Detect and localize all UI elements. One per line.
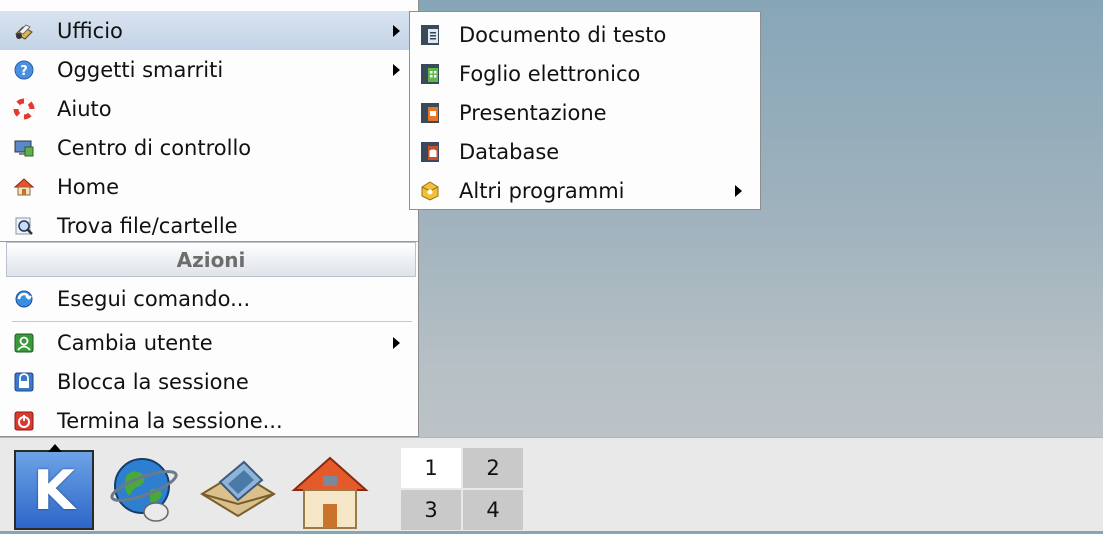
web-browser-icon xyxy=(104,458,184,534)
menu-item-label: Home xyxy=(57,174,120,199)
run-command-icon xyxy=(13,288,35,310)
impress-presentation-icon xyxy=(419,101,441,125)
menu-item-termina-sessione[interactable]: Termina la sessione... xyxy=(0,401,418,440)
menu-item-cambia-utente[interactable]: Cambia utente xyxy=(0,323,418,362)
ufficio-submenu: Documento di testo Foglio elettronico Pr… xyxy=(409,11,761,210)
menu-item-centro-di-controllo[interactable]: Centro di controllo xyxy=(0,128,418,167)
menu-item-label: Centro di controllo xyxy=(57,135,252,160)
submenu-item-presentazione[interactable]: Presentazione xyxy=(410,93,760,132)
menu-item-label: Cambia utente xyxy=(57,330,213,355)
section-header-azioni: Azioni xyxy=(6,242,416,277)
switch-user-icon xyxy=(13,332,35,354)
svg-text:?: ? xyxy=(20,64,28,79)
submenu-arrow-icon xyxy=(393,336,400,349)
submenu-item-label: Altri programmi xyxy=(459,178,625,203)
menu-separator xyxy=(12,321,412,322)
menu-item-aiuto[interactable]: Aiuto xyxy=(0,89,418,128)
submenu-item-label: Presentazione xyxy=(459,100,607,125)
menu-item-label: Termina la sessione... xyxy=(57,408,283,433)
menu-item-esegui-comando[interactable]: Esegui comando... xyxy=(0,279,418,318)
menu-item-label: Oggetti smarriti xyxy=(57,57,224,82)
pager-desktop-4[interactable]: 4 xyxy=(463,490,523,530)
k-menu: Ufficio ? Oggetti smarriti Aiuto Centro … xyxy=(0,0,419,437)
kde-menu-icon: K xyxy=(33,458,75,522)
submenu-arrow-icon xyxy=(393,24,400,37)
base-database-icon xyxy=(419,140,441,164)
desktop-pager: 1 2 3 4 xyxy=(401,448,525,532)
menu-open-indicator-icon xyxy=(48,444,62,452)
submenu-arrow-icon xyxy=(735,184,742,197)
calc-spreadsheet-icon xyxy=(419,62,441,86)
menu-item-trova-file[interactable]: Trova file/cartelle xyxy=(0,206,418,245)
home-icon xyxy=(13,176,35,198)
web-browser-launcher[interactable] xyxy=(104,450,184,530)
submenu-item-foglio-elettronico[interactable]: Foglio elettronico xyxy=(410,54,760,93)
submenu-item-altri-programmi[interactable]: Altri programmi xyxy=(410,171,760,210)
kde-menu-button[interactable]: K xyxy=(14,444,94,530)
help-question-icon: ? xyxy=(13,59,35,81)
office-icon xyxy=(13,20,35,42)
more-programs-icon xyxy=(419,179,441,203)
menu-item-oggetti-smarriti[interactable]: ? Oggetti smarriti xyxy=(0,50,418,89)
submenu-item-database[interactable]: Database xyxy=(410,132,760,171)
taskbar-panel: K 1 2 3 4 xyxy=(0,437,1103,531)
menu-item-label: Aiuto xyxy=(57,96,112,121)
menu-item-label: Esegui comando... xyxy=(57,286,251,311)
pager-desktop-1[interactable]: 1 xyxy=(401,448,461,488)
logout-icon xyxy=(13,410,35,432)
lifebuoy-icon xyxy=(13,98,35,120)
menu-item-label: Trova file/cartelle xyxy=(57,213,238,238)
menu-item-blocca-sessione[interactable]: Blocca la sessione xyxy=(0,362,418,401)
submenu-arrow-icon xyxy=(393,63,400,76)
menu-item-label: Blocca la sessione xyxy=(57,369,249,394)
home-folder-icon xyxy=(290,456,370,534)
lock-session-icon xyxy=(13,371,35,393)
mail-client-icon xyxy=(198,460,278,534)
find-files-icon xyxy=(13,215,35,237)
menu-item-label: Ufficio xyxy=(57,18,123,43)
home-folder-launcher[interactable] xyxy=(290,450,370,530)
writer-document-icon xyxy=(419,23,441,47)
submenu-item-label: Database xyxy=(459,139,560,164)
submenu-item-label: Documento di testo xyxy=(459,22,667,47)
control-center-icon xyxy=(13,137,35,159)
menu-item-ufficio[interactable]: Ufficio xyxy=(0,11,418,50)
menu-item-home[interactable]: Home xyxy=(0,167,418,206)
mail-client-launcher[interactable] xyxy=(198,450,278,530)
submenu-item-label: Foglio elettronico xyxy=(459,61,641,86)
pager-desktop-2[interactable]: 2 xyxy=(463,448,523,488)
pager-desktop-3[interactable]: 3 xyxy=(401,490,461,530)
submenu-item-documento-di-testo[interactable]: Documento di testo xyxy=(410,15,760,54)
